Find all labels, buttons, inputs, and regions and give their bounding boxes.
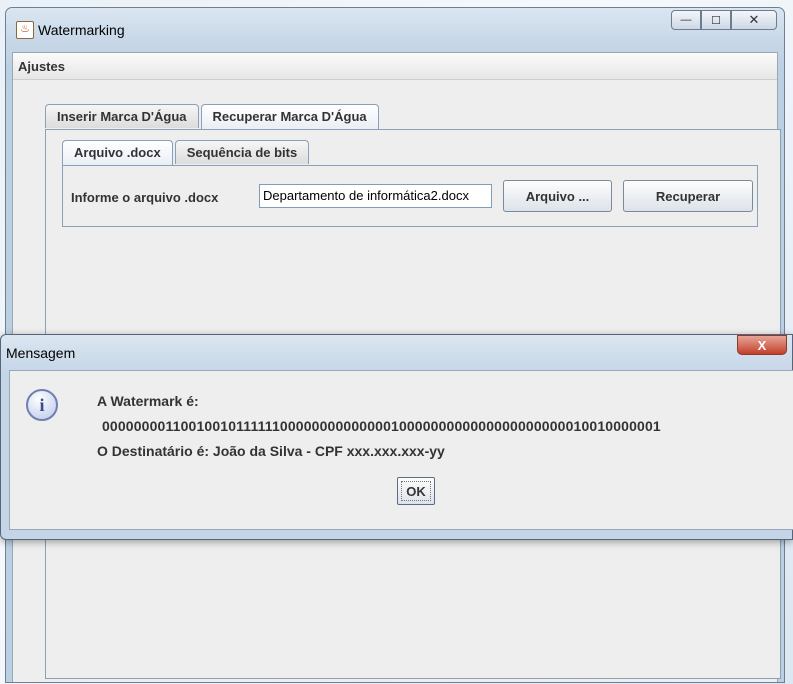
file-label: Informe o arquivo .docx [71,190,219,205]
window-controls: — ☐ ✕ [671,10,777,30]
tab-inserir-marca[interactable]: Inserir Marca D'Água [45,104,199,128]
file-path-value: Departamento de informática2.docx [263,188,469,203]
tab-recuperar-marca[interactable]: Recuperar Marca D'Água [200,104,379,130]
watermark-bits: 0000000011001001011111100000000000000100… [102,418,661,434]
window-title: Watermarking [38,22,125,38]
recover-button[interactable]: Recuperar [623,180,753,212]
dialog-title: Mensagem [6,345,76,361]
maximize-button[interactable]: ☐ [701,10,731,30]
info-icon: i [26,389,58,421]
ok-button[interactable]: OK [397,477,435,505]
message-dialog: Mensagem X i A Watermark é: 000000001100… [0,334,793,540]
recipient-text: O Destinatário é: João da Silva - CPF xx… [97,443,445,459]
minimize-button[interactable]: — [671,10,701,30]
menu-bar: Ajustes [13,53,777,80]
menu-ajustes[interactable]: Ajustes [18,59,65,74]
java-app-icon: ♨ [16,21,34,39]
title-bar[interactable]: ♨ Watermarking — ☐ ✕ [6,8,784,52]
browse-file-button[interactable]: Arquivo ... [503,180,612,212]
tab-arquivo-docx[interactable]: Arquivo .docx [62,140,173,166]
arquivo-docx-panel: Informe o arquivo .docx Departamento de … [62,165,758,227]
watermark-heading: A Watermark é: [97,393,199,409]
outer-tab-strip: Inserir Marca D'Água Recuperar Marca D'Á… [45,104,381,130]
close-button[interactable]: ✕ [731,10,777,30]
tab-sequencia-bits[interactable]: Sequência de bits [174,140,310,164]
dialog-close-button[interactable]: X [737,335,787,355]
file-path-field[interactable]: Departamento de informática2.docx [259,184,492,208]
inner-tab-strip: Arquivo .docx Sequência de bits [62,140,311,166]
dialog-body: i A Watermark é: 00000000110010010111111… [9,370,793,530]
